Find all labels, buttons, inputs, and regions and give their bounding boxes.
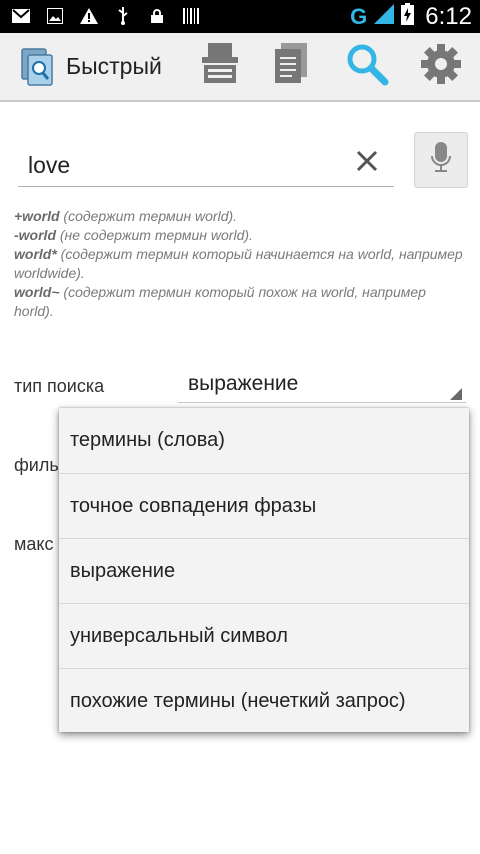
hint-fuzzy: world~ (содержит термин который похож на…	[14, 284, 426, 319]
voice-search-button[interactable]	[414, 132, 468, 188]
search-type-value: выражение	[188, 372, 299, 395]
document-button[interactable]	[268, 42, 314, 90]
dropdown-option-wildcard[interactable]: универсальный символ	[59, 604, 469, 669]
max-label: макс	[14, 534, 54, 554]
signal-icon	[374, 4, 395, 29]
dropdown-arrow-icon	[450, 388, 462, 400]
search-input[interactable]: love	[28, 152, 70, 179]
action-bar: Быстрый	[0, 33, 480, 102]
gmail-icon	[12, 7, 30, 25]
dropdown-option-fuzzy[interactable]: похожие термины (нечеткий запрос)	[59, 669, 469, 734]
search-field[interactable]: love	[18, 140, 394, 187]
clear-icon[interactable]	[354, 148, 380, 174]
search-type-spinner[interactable]: выражение	[178, 366, 466, 403]
usb-icon	[114, 7, 132, 25]
document-icon	[273, 42, 309, 90]
hint-exclude: -world (не содержит термин world).	[14, 227, 253, 243]
status-bar: G 6:12	[0, 0, 480, 33]
book-search-icon[interactable]	[20, 47, 56, 87]
scanner-button[interactable]	[197, 42, 243, 90]
search-type-label: тип поиска	[14, 376, 105, 396]
search-type-dropdown: термины (слова) точное совпадения фразы …	[59, 408, 469, 732]
warning-icon	[80, 7, 98, 25]
dropdown-option-exact-phrase[interactable]: точное совпадения фразы	[59, 474, 469, 539]
network-type-indicator: G	[350, 3, 368, 29]
dropdown-option-terms[interactable]: термины (слова)	[59, 408, 469, 473]
search-syntax-hints: +world (содержит термин world). -world (…	[14, 207, 466, 321]
settings-button[interactable]	[418, 43, 464, 89]
clock: 6:12	[425, 2, 472, 30]
app-title: Быстрый	[66, 53, 162, 79]
search-button[interactable]	[344, 43, 390, 89]
filter-label: филь	[14, 455, 59, 475]
settings-icon	[419, 42, 463, 91]
image-icon	[46, 7, 64, 25]
lock-icon	[148, 7, 166, 25]
search-icon	[345, 42, 389, 91]
battery-icon	[401, 3, 415, 30]
dropdown-option-expression[interactable]: выражение	[59, 539, 469, 604]
hint-include: +world (содержит термин world).	[14, 208, 238, 224]
hint-prefix: world* (содержит термин который начинает…	[14, 246, 463, 281]
barcode-icon	[182, 7, 200, 25]
microphone-icon	[430, 141, 452, 179]
scanner-icon	[200, 42, 240, 90]
